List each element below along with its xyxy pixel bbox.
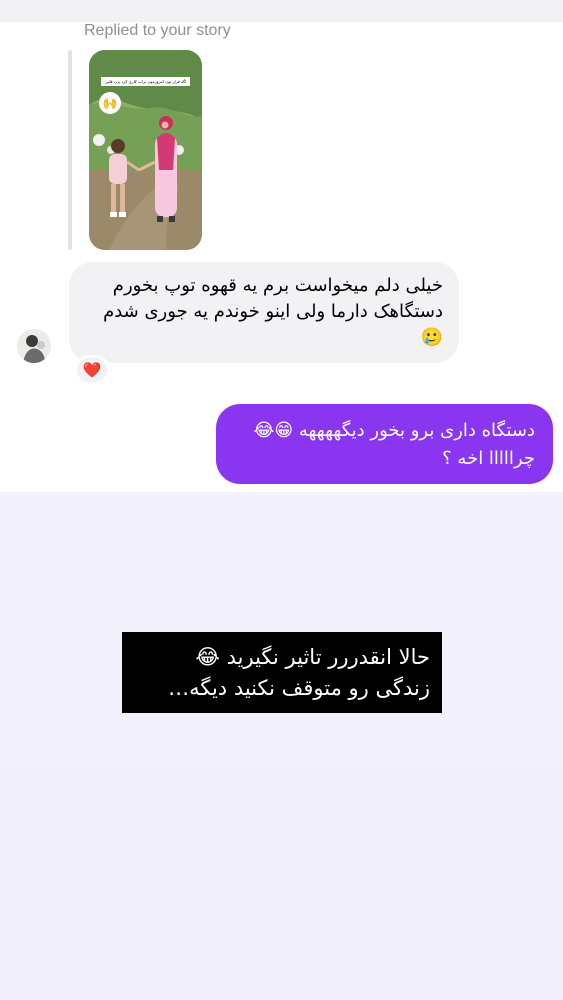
incoming-message-line: دستگاهک دارما ولی اینو خوندم یه جوری شدم [103,301,443,322]
reply-indicator-bar [68,50,72,250]
story-thumbnail[interactable]: اگه قرار نون امروزمون برات کاری کرد بزن … [89,50,202,250]
outgoing-message-line: چرااااا اخه ؟ [442,448,535,469]
heart-reaction[interactable]: ❤️ [74,355,110,385]
incoming-message-bubble[interactable]: خیلی دلم میخواست برم یه قهوه توپ بخورم د… [69,262,459,363]
sender-avatar[interactable] [17,329,51,363]
outgoing-message-bubble[interactable]: دستگاه داری برو بخور دیگههههه 😁😂 چرااااا… [216,404,553,484]
story-text-overlay: حالا انقدررر تاثیر نگیرید 😂 زندگی رو متو… [122,632,442,713]
replied-to-story-label: Replied to your story [84,22,231,39]
avatar-photo [17,329,51,363]
story-caption: اگه قرار نون امروزمون برات کاری کرد بزن … [101,77,190,86]
incoming-message-line: 🥲 [420,327,443,348]
story-sticker: 🙌 [99,92,121,114]
outgoing-message-line: دستگاه داری برو بخور دیگههههه 😁😂 [253,420,535,441]
overlay-line: حالا انقدررر تاثیر نگیرید 😂 [195,645,430,669]
chat-thread: Replied to your story اگه قرار نون امروز… [0,0,563,492]
story-background [0,492,563,1000]
overlay-line: زندگی رو متوقف نکنید دیگه… [168,676,430,700]
incoming-message-line: خیلی دلم میخواست برم یه قهوه توپ بخورم [112,275,443,296]
